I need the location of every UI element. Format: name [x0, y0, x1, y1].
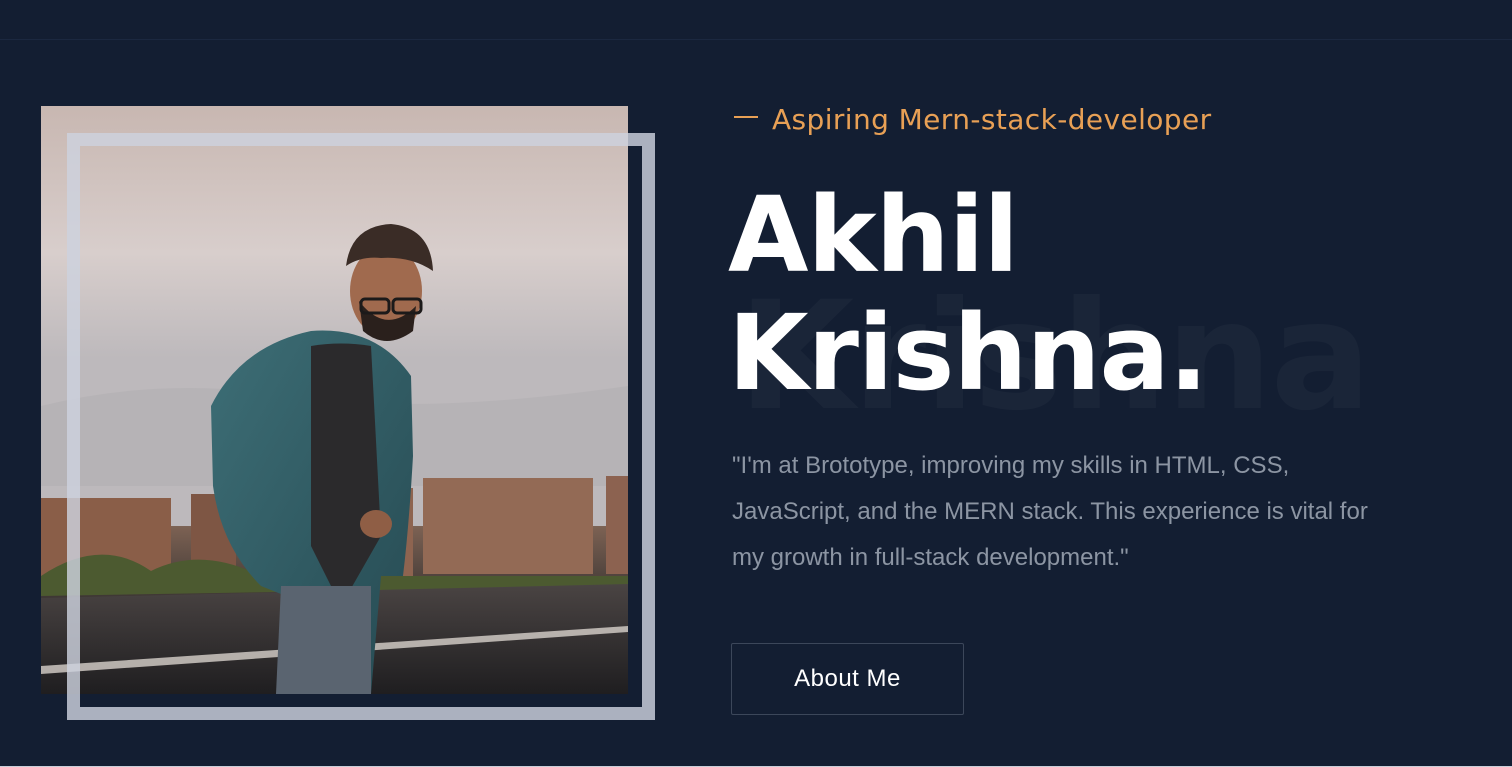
photo-frame	[67, 133, 655, 720]
tagline: Aspiring Mern-stack-developer	[734, 102, 1212, 136]
hero-name: Akhil Krishna.	[728, 174, 1208, 414]
hero-quote: "I'm at Brototype, improving my skills i…	[732, 452, 1368, 571]
name-first: Akhil	[728, 174, 1019, 296]
tagline-text: Aspiring Mern-stack-developer	[772, 102, 1212, 136]
top-navbar	[0, 0, 1512, 40]
about-me-button[interactable]: About Me	[731, 643, 964, 715]
dash-icon	[734, 116, 758, 118]
name-last: Krishna.	[728, 292, 1208, 414]
